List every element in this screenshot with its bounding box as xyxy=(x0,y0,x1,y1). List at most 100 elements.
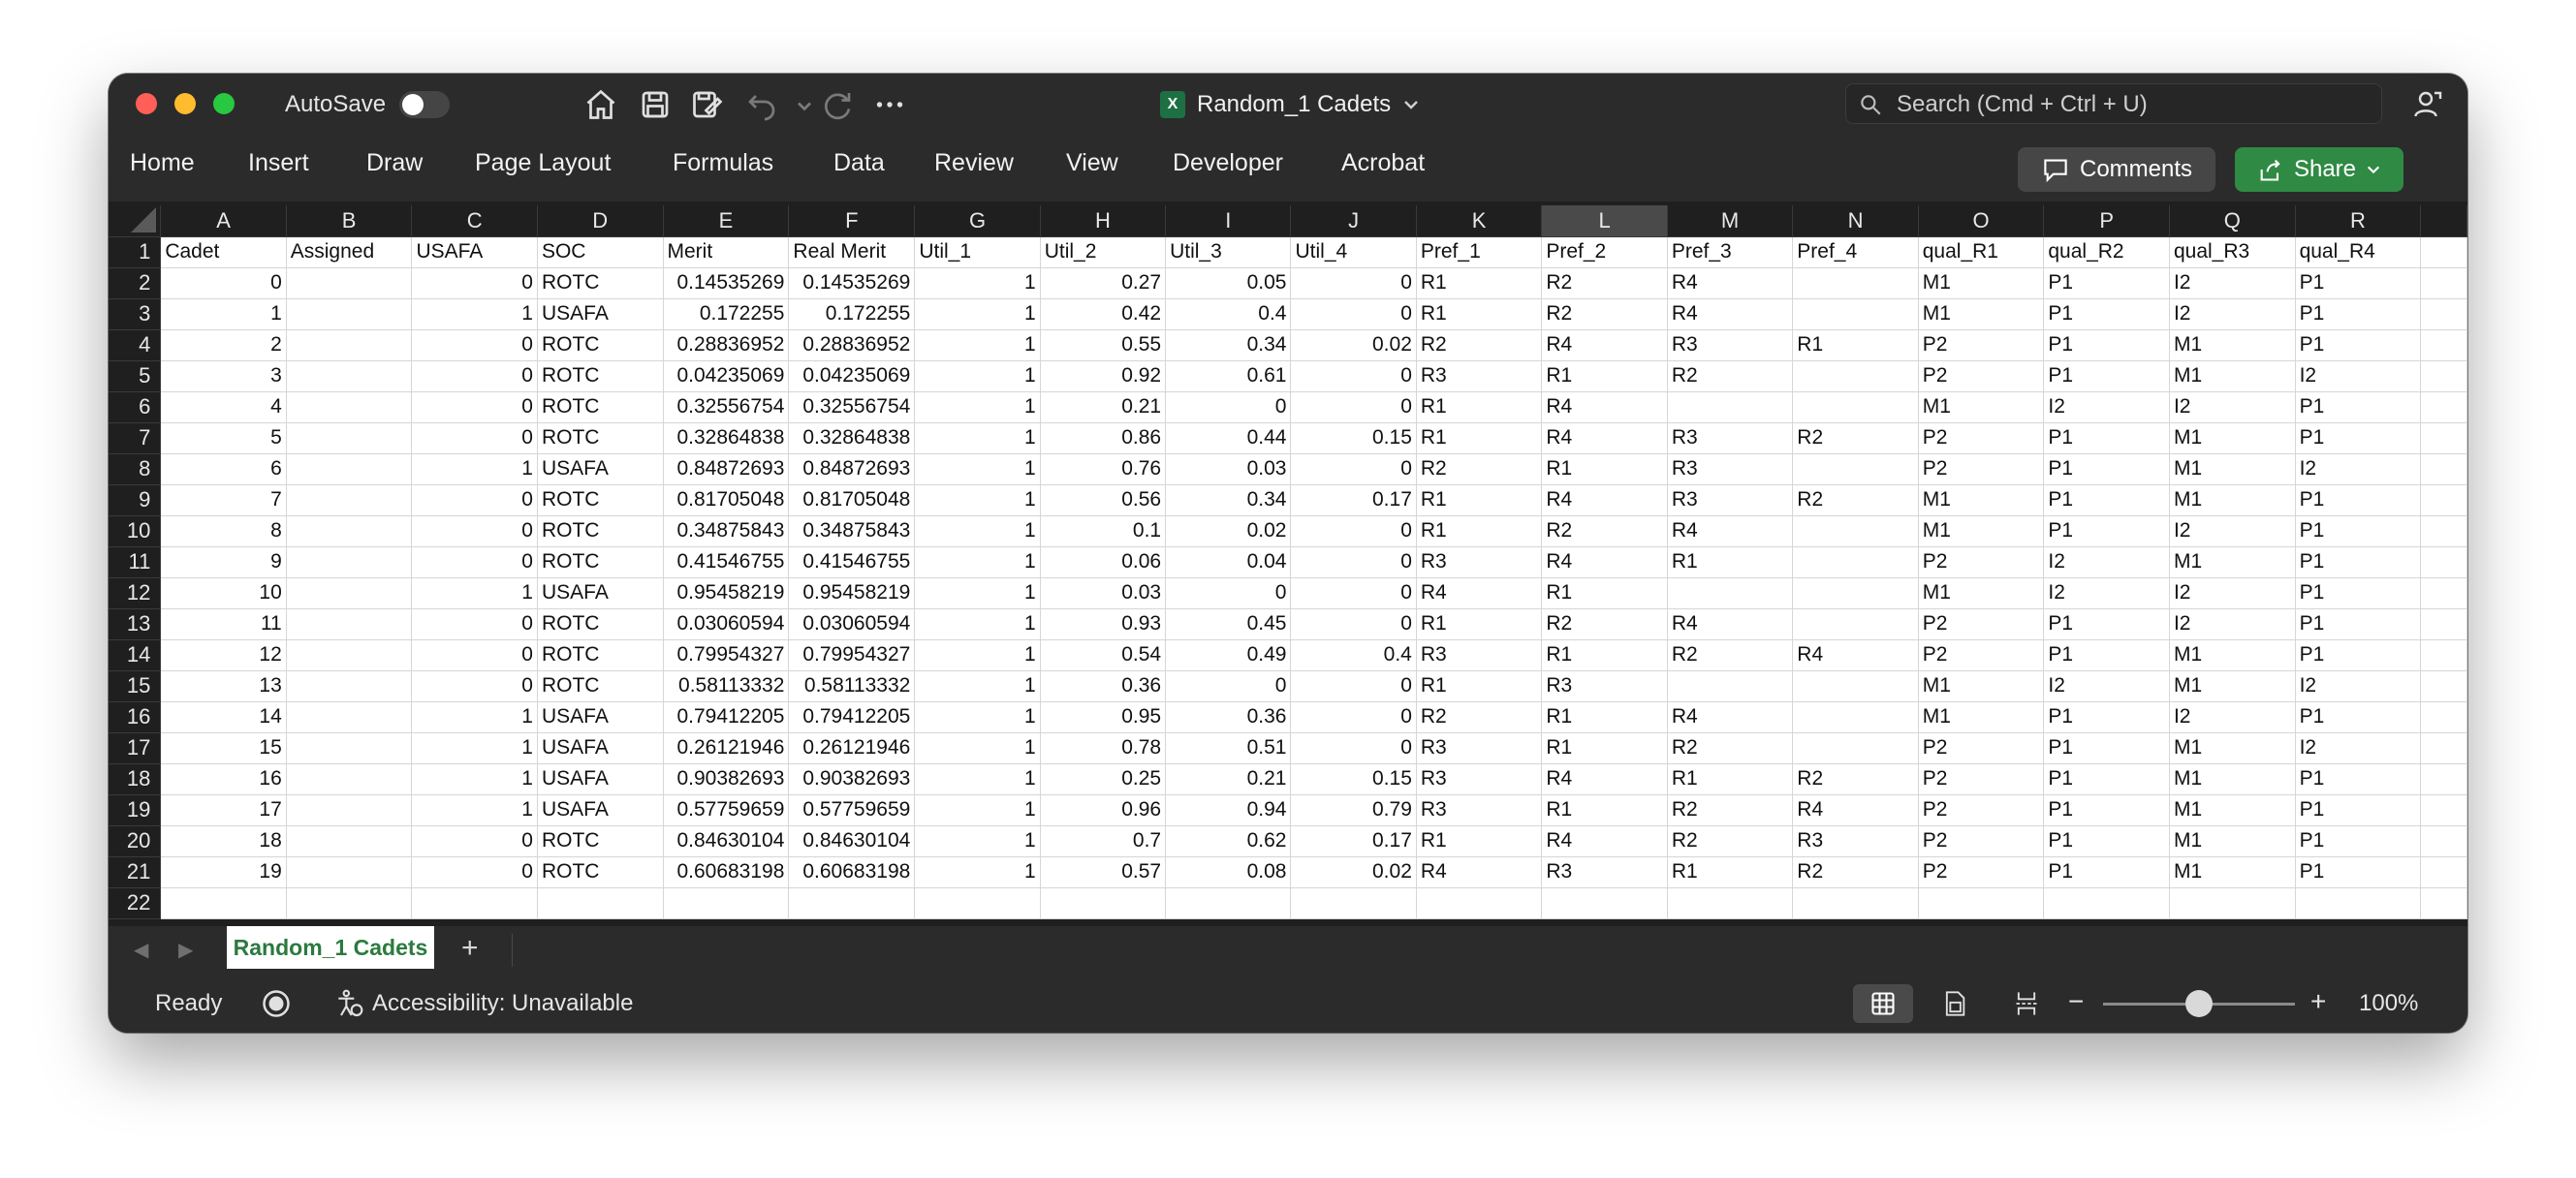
column-header-i[interactable]: I xyxy=(1165,205,1292,237)
cell-d19[interactable]: USAFA xyxy=(537,794,664,826)
cell-r7[interactable]: P1 xyxy=(2295,422,2422,454)
cell-h19[interactable]: 0.96 xyxy=(1040,794,1167,826)
cell-p21[interactable]: P1 xyxy=(2043,856,2170,888)
cell-i18[interactable]: 0.21 xyxy=(1165,763,1292,795)
cell-s5[interactable] xyxy=(2420,360,2467,392)
cell-m13[interactable]: R4 xyxy=(1667,608,1794,640)
next-sheet-icon[interactable]: ▶ xyxy=(178,938,193,962)
cell-d8[interactable]: USAFA xyxy=(537,453,664,485)
cell-n15[interactable] xyxy=(1792,670,1919,702)
cell-n4[interactable]: R1 xyxy=(1792,329,1919,361)
cell-m21[interactable]: R1 xyxy=(1667,856,1794,888)
cell-q16[interactable]: I2 xyxy=(2169,701,2296,733)
row-header[interactable]: 4 xyxy=(109,329,162,361)
cell-s11[interactable] xyxy=(2420,546,2467,578)
cell-i13[interactable]: 0.45 xyxy=(1165,608,1292,640)
cell-p3[interactable]: P1 xyxy=(2043,298,2170,330)
cell-l17[interactable]: R1 xyxy=(1541,732,1668,764)
cell-s10[interactable] xyxy=(2420,515,2467,547)
cell-m3[interactable]: R4 xyxy=(1667,298,1794,330)
cell-g1[interactable]: Util_1 xyxy=(914,236,1041,268)
cell-o3[interactable]: M1 xyxy=(1918,298,2045,330)
cell-l1[interactable]: Pref_2 xyxy=(1541,236,1668,268)
tab-formulas[interactable]: Formulas xyxy=(673,149,773,177)
cell-j1[interactable]: Util_4 xyxy=(1290,236,1417,268)
zoom-slider[interactable] xyxy=(2103,990,2295,1017)
cell-l12[interactable]: R1 xyxy=(1541,577,1668,609)
cell-s14[interactable] xyxy=(2420,639,2467,671)
tab-draw[interactable]: Draw xyxy=(366,149,423,177)
cell-m19[interactable]: R2 xyxy=(1667,794,1794,826)
cell-r11[interactable]: P1 xyxy=(2295,546,2422,578)
cell-c9[interactable]: 0 xyxy=(411,484,538,516)
cell-d16[interactable]: USAFA xyxy=(537,701,664,733)
cell-d13[interactable]: ROTC xyxy=(537,608,664,640)
cell-l3[interactable]: R2 xyxy=(1541,298,1668,330)
cell-r13[interactable]: P1 xyxy=(2295,608,2422,640)
cell-g10[interactable]: 1 xyxy=(914,515,1041,547)
select-all-corner[interactable] xyxy=(109,205,162,237)
cell-i5[interactable]: 0.61 xyxy=(1165,360,1292,392)
column-header-s[interactable] xyxy=(2420,205,2467,237)
cell-f21[interactable]: 0.60683198 xyxy=(788,856,916,888)
cell-f13[interactable]: 0.03060594 xyxy=(788,608,916,640)
cell-o5[interactable]: P2 xyxy=(1918,360,2045,392)
cell-s8[interactable] xyxy=(2420,453,2467,485)
cell-q11[interactable]: M1 xyxy=(2169,546,2296,578)
cell-c20[interactable]: 0 xyxy=(411,825,538,857)
zoom-level[interactable]: 100% xyxy=(2359,990,2418,1017)
cell-c15[interactable]: 0 xyxy=(411,670,538,702)
cell-n2[interactable] xyxy=(1792,267,1919,299)
cell-b10[interactable] xyxy=(286,515,413,547)
cell-d4[interactable]: ROTC xyxy=(537,329,664,361)
cell-h10[interactable]: 0.1 xyxy=(1040,515,1167,547)
cell-e16[interactable]: 0.79412205 xyxy=(663,701,790,733)
cell-g2[interactable]: 1 xyxy=(914,267,1041,299)
cell-k13[interactable]: R1 xyxy=(1416,608,1543,640)
cell-r15[interactable]: I2 xyxy=(2295,670,2422,702)
cell-s16[interactable] xyxy=(2420,701,2467,733)
cell-n17[interactable] xyxy=(1792,732,1919,764)
cell-s18[interactable] xyxy=(2420,763,2467,795)
cell-k14[interactable]: R3 xyxy=(1416,639,1543,671)
cell-l22[interactable] xyxy=(1541,887,1668,919)
share-person-icon[interactable] xyxy=(2411,87,2446,122)
cell-q8[interactable]: M1 xyxy=(2169,453,2296,485)
previous-sheet-icon[interactable]: ◀ xyxy=(134,938,148,962)
cell-c14[interactable]: 0 xyxy=(411,639,538,671)
cell-c16[interactable]: 1 xyxy=(411,701,538,733)
cell-l11[interactable]: R4 xyxy=(1541,546,1668,578)
cell-h3[interactable]: 0.42 xyxy=(1040,298,1167,330)
cell-r12[interactable]: P1 xyxy=(2295,577,2422,609)
zoom-slider-thumb[interactable] xyxy=(2185,990,2213,1017)
cell-a10[interactable]: 8 xyxy=(160,515,287,547)
cell-k2[interactable]: R1 xyxy=(1416,267,1543,299)
column-header-h[interactable]: H xyxy=(1040,205,1167,237)
cell-e3[interactable]: 0.172255 xyxy=(663,298,790,330)
cell-p19[interactable]: P1 xyxy=(2043,794,2170,826)
cell-p5[interactable]: P1 xyxy=(2043,360,2170,392)
cell-e14[interactable]: 0.79954327 xyxy=(663,639,790,671)
row-header[interactable]: 1 xyxy=(109,236,162,268)
cell-h15[interactable]: 0.36 xyxy=(1040,670,1167,702)
cell-o6[interactable]: M1 xyxy=(1918,391,2045,423)
cell-j19[interactable]: 0.79 xyxy=(1290,794,1417,826)
row-header[interactable]: 18 xyxy=(109,763,162,795)
cell-j17[interactable]: 0 xyxy=(1290,732,1417,764)
cell-d7[interactable]: ROTC xyxy=(537,422,664,454)
cell-l15[interactable]: R3 xyxy=(1541,670,1668,702)
cell-k11[interactable]: R3 xyxy=(1416,546,1543,578)
cell-k5[interactable]: R3 xyxy=(1416,360,1543,392)
cell-b17[interactable] xyxy=(286,732,413,764)
row-header[interactable]: 10 xyxy=(109,515,162,547)
cell-q15[interactable]: M1 xyxy=(2169,670,2296,702)
column-header-k[interactable]: K xyxy=(1416,205,1543,237)
cell-j12[interactable]: 0 xyxy=(1290,577,1417,609)
cell-g11[interactable]: 1 xyxy=(914,546,1041,578)
cell-c19[interactable]: 1 xyxy=(411,794,538,826)
zoom-out-icon[interactable]: − xyxy=(2068,986,2084,1017)
cell-q22[interactable] xyxy=(2169,887,2296,919)
cell-s3[interactable] xyxy=(2420,298,2467,330)
cell-l16[interactable]: R1 xyxy=(1541,701,1668,733)
cell-k17[interactable]: R3 xyxy=(1416,732,1543,764)
